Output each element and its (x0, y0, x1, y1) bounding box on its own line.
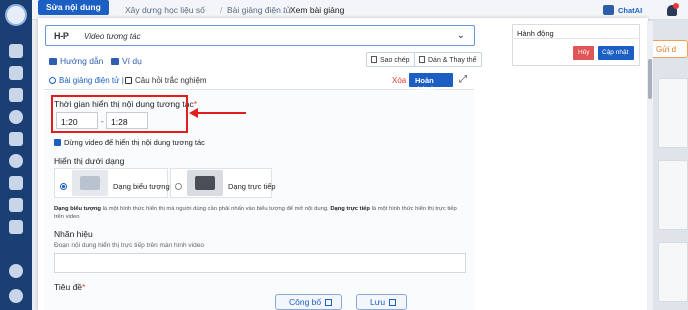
publish-button[interactable]: Công bố (275, 294, 342, 310)
book-icon[interactable] (9, 88, 23, 102)
sparkle-icon[interactable] (9, 220, 23, 234)
delete-button[interactable]: Xóa (392, 76, 406, 85)
save-button[interactable]: Lưu (356, 294, 407, 310)
calendar-icon[interactable] (9, 66, 23, 80)
highlight-box (51, 95, 188, 133)
tab-quiz[interactable]: Câu hỏi trắc nghiệm (125, 76, 207, 85)
content-type-select[interactable]: H-P Video tương tác ⌄ (45, 25, 475, 46)
display-as-label: Hiển thị dưới dạng (54, 156, 125, 166)
icon-mode-illustration (72, 170, 108, 196)
title-field-label: Tiêu đề* (54, 282, 86, 292)
h5p-logo: H-P (54, 31, 69, 41)
notification-dot (673, 3, 679, 9)
modal-scrollbar[interactable] (647, 21, 653, 310)
breadcrumb-separator-icon: / (220, 5, 223, 15)
send-button[interactable]: Gửi d (649, 40, 688, 58)
list-icon (125, 77, 132, 84)
breadcrumb-item-1[interactable]: Xây dựng học liệu số (125, 5, 205, 15)
app-logo[interactable] (5, 4, 27, 26)
example-icon (111, 58, 119, 65)
tab-lecture[interactable]: Bài giảng điện tử | (49, 76, 124, 85)
radio-direct-mode[interactable] (175, 183, 182, 190)
breadcrumb-separator-icon: / (283, 5, 286, 15)
location-icon[interactable] (9, 154, 23, 168)
annotation-arrow (196, 112, 246, 114)
chart-icon[interactable] (9, 264, 23, 278)
required-mark: * (82, 282, 86, 292)
tab-edit-content[interactable]: Sửa nội dung (38, 0, 109, 15)
paste-replace-button[interactable]: Dán & Thay thế (414, 52, 482, 67)
save-icon (389, 299, 397, 306)
expand-icon[interactable]: ⤢ (459, 74, 467, 85)
background-card (658, 78, 688, 148)
instructions-icon (49, 58, 57, 65)
paste-icon (419, 56, 425, 63)
document-icon[interactable] (9, 132, 23, 146)
pause-video-label: Dừng video để hiển thị nội dung tương tá… (64, 138, 205, 147)
label-input[interactable] (54, 253, 466, 273)
background-card (658, 242, 688, 302)
label-field-description: Đoạn nội dung hiển thị trực tiếp trên mà… (54, 242, 204, 249)
copy-icon (371, 56, 377, 63)
update-button[interactable]: Cập nhật (598, 46, 634, 60)
home-icon[interactable] (9, 44, 23, 58)
globe-icon[interactable] (9, 110, 23, 124)
chatai-button[interactable]: ChatAI (618, 6, 642, 15)
background-card (658, 160, 688, 230)
display-help-text: Dạng biểu tượng là một hình thức hiển th… (54, 206, 457, 220)
chatai-icon[interactable] (603, 5, 614, 15)
chevron-down-icon[interactable]: ⌄ (457, 30, 465, 41)
breadcrumb-item-3: Xem bài giảng (290, 5, 345, 15)
actions-title: Hành động (517, 29, 554, 38)
lecture-icon (49, 77, 56, 84)
pause-video-checkbox[interactable] (54, 139, 61, 146)
upload-icon (325, 299, 333, 306)
guide-link[interactable]: Hướng dẫn (49, 56, 103, 66)
label-field-title: Nhãn hiệu (54, 229, 93, 239)
settings-icon[interactable] (9, 198, 23, 212)
direct-mode-illustration (187, 170, 223, 196)
option-direct-label: Dạng trực tiếp (228, 182, 276, 191)
copy-button[interactable]: Sao chép (366, 52, 415, 67)
avatar[interactable] (9, 289, 23, 303)
left-sidebar (0, 0, 32, 310)
content-type-value: Video tương tác (84, 32, 141, 41)
example-link[interactable]: Ví dụ (111, 56, 142, 66)
scrollbar-thumb[interactable] (648, 59, 652, 99)
option-icon-label: Dạng biểu tượng (113, 182, 170, 191)
done-button[interactable]: Hoàn thành (409, 73, 453, 94)
radio-icon-mode[interactable] (60, 183, 67, 190)
breadcrumb-item-2[interactable]: Bài giảng điện tử (227, 5, 291, 15)
cancel-button[interactable]: Hủy (573, 46, 594, 60)
users-icon[interactable] (9, 176, 23, 190)
arrow-head-icon (189, 108, 198, 118)
